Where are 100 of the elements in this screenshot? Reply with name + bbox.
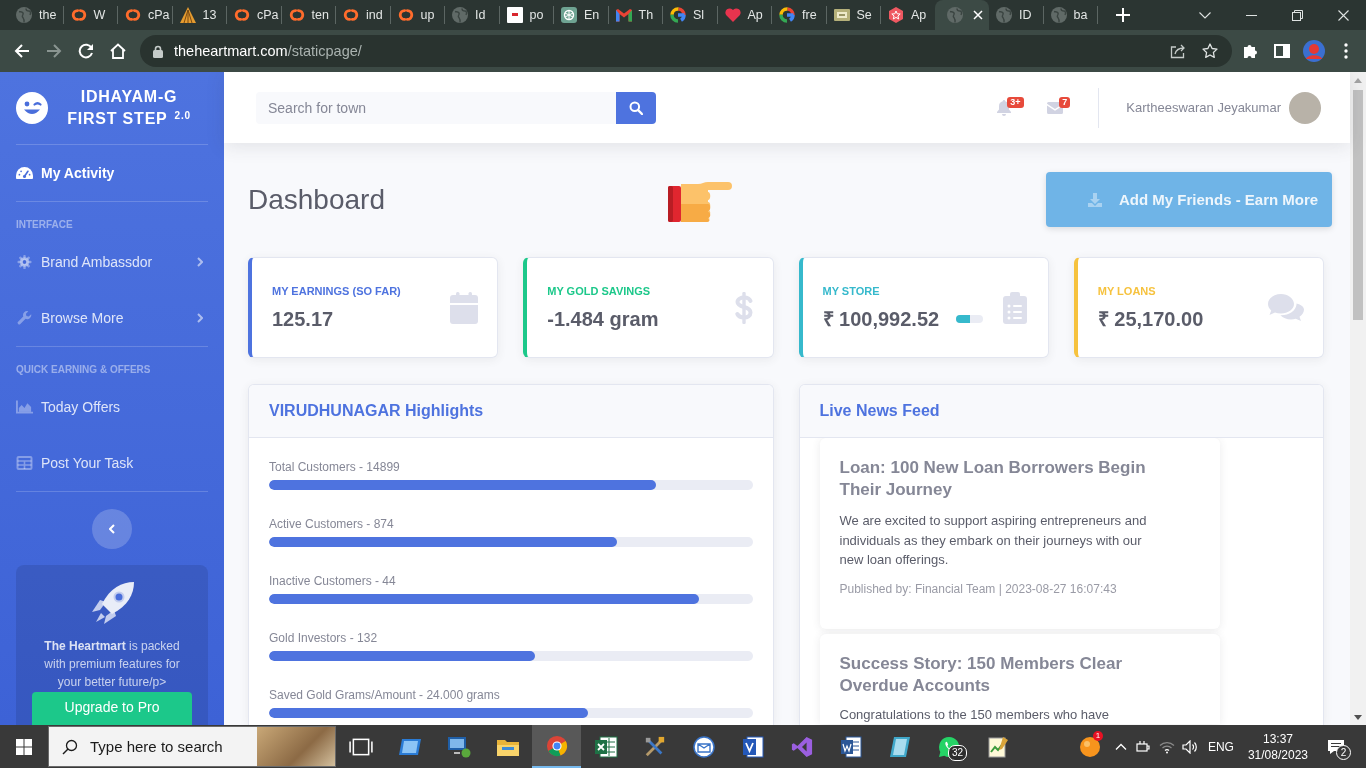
browser-tab[interactable]: En	[554, 0, 608, 30]
minimize-icon	[1245, 14, 1257, 16]
speech-bubbles-icon	[1268, 293, 1304, 322]
messages-count-badge: 7	[1059, 97, 1071, 108]
browser-tab[interactable]: Ap	[881, 0, 935, 30]
user-name[interactable]: Kartheeswaran Jeyakumar	[1126, 100, 1281, 115]
chevron-down-icon	[1199, 11, 1211, 19]
speaker-icon	[1182, 739, 1199, 754]
browser-tab[interactable]: ID	[989, 0, 1043, 30]
browser-tab[interactable]: Sl	[663, 0, 717, 30]
action-center-button[interactable]: 2	[1316, 725, 1356, 768]
brand-title: IDHAYAM-G FIRST STEP $^{2.0}$	[66, 87, 192, 129]
more-vertical-icon	[1344, 43, 1348, 59]
taskbar-app-button[interactable]: 32	[924, 725, 973, 768]
glass-pane-icon	[887, 735, 912, 758]
table-icon	[16, 456, 33, 470]
news-title[interactable]: Success Story: 150 Members Clear Overdue Accounts	[839, 652, 1160, 697]
browser-tab[interactable]: cPa	[227, 0, 281, 30]
sidebar-toggle-button[interactable]	[92, 509, 132, 549]
news-title[interactable]: Loan: 100 New Loan Borrowers Begin Their Journey	[839, 457, 1160, 501]
circle-app-icon	[1079, 736, 1100, 757]
wifi-icon	[1159, 739, 1176, 754]
browser-tab[interactable]: Se	[826, 0, 880, 30]
globe-icon	[16, 7, 32, 23]
dollar-icon	[733, 291, 754, 324]
search-field[interactable]: Search for town	[256, 91, 616, 124]
arc-pair-icon	[397, 7, 414, 23]
metric-label: Gold Investors - 132	[269, 630, 379, 646]
browser-tab[interactable]: Th	[608, 0, 662, 30]
stat-value: 125.17	[272, 307, 334, 331]
puzzle-piece-icon	[1242, 43, 1258, 59]
stat-value: ₹ 25,170.00	[1097, 307, 1204, 331]
chevron-right-icon	[197, 313, 203, 323]
browser-tab[interactable]: Id	[445, 0, 499, 30]
browser-tab[interactable]: cPa	[118, 0, 172, 30]
arc-pair-icon	[125, 7, 141, 23]
tray-app-button[interactable]: 1	[1069, 725, 1110, 768]
document-tile-icon	[740, 735, 765, 758]
bell-icon	[996, 99, 1011, 116]
tent-icon	[179, 7, 196, 23]
stat-label: MY LOANS	[1097, 284, 1157, 298]
browser-tab[interactable]: ten	[281, 0, 335, 30]
scroll-down-arrow-icon[interactable]	[1354, 715, 1362, 720]
spreadsheet-icon	[593, 735, 618, 758]
sidebar-item[interactable]: My Activity	[16, 145, 208, 201]
notification-count-badge: 1	[1092, 731, 1103, 741]
search-icon	[629, 100, 643, 115]
winking-face-icon	[16, 92, 48, 124]
close-icon[interactable]	[972, 10, 983, 20]
sidebar-item[interactable]: Post Your Task	[16, 435, 208, 491]
promo-text: The Heartmart is packed with premium features for your better future/p>	[43, 638, 181, 691]
browser-tab[interactable]: W	[63, 0, 117, 30]
stat-value: ₹ 100,992.52	[822, 307, 940, 331]
language-button[interactable]: ENG	[1201, 725, 1240, 768]
sidebar-item[interactable]: Today Offers	[16, 379, 208, 435]
windows-logo-icon	[16, 738, 32, 755]
ball-logo-icon	[544, 734, 569, 757]
news-meta: Published by: Financial Team | 2023-08-27 16:07:43	[839, 580, 1118, 597]
globe-icon	[996, 7, 1012, 23]
search-button[interactable]	[616, 91, 656, 124]
clock-button[interactable]: 13:37 31/08/2023	[1239, 725, 1316, 768]
browser-tab[interactable]: up	[390, 0, 444, 30]
home-icon	[110, 43, 126, 59]
metric-label: Inactive Customers - 44	[269, 573, 397, 589]
news-text: We are excited to support aspiring entrepreneurs and individuals as they embark on their journeys with our new loan offerings.	[839, 512, 1148, 569]
restore-icon	[1291, 9, 1303, 21]
wrench-icon	[16, 311, 33, 325]
sidebar-item[interactable]: Browse More	[16, 290, 208, 346]
gear-icon	[16, 255, 33, 269]
sidebar-heading: INTERFACE	[16, 218, 73, 231]
globe-icon	[946, 7, 963, 23]
arc-pair-icon	[343, 7, 359, 23]
browser-tab[interactable]: 13	[172, 0, 226, 30]
browser-tab[interactable]: ba	[1043, 0, 1097, 30]
plus-icon	[1116, 8, 1130, 22]
gauge-icon	[16, 166, 33, 180]
back-arrow-icon	[14, 43, 30, 59]
browser-tab[interactable]	[934, 0, 989, 30]
ribbon-logo-icon	[789, 735, 814, 758]
scrollbar-thumb[interactable]	[1353, 90, 1363, 320]
browser-tab[interactable]: po	[499, 0, 553, 30]
browser-tab[interactable]: the	[9, 0, 63, 30]
sidebar-item[interactable]: Brand Ambassdor	[16, 234, 208, 290]
lock-icon	[153, 44, 163, 58]
browser-tab[interactable]: Ap	[717, 0, 771, 30]
sidebar-heading: QUICK EARNING & OFFERS	[16, 363, 151, 376]
arc-pair-icon	[288, 7, 305, 23]
alerts-button[interactable]: 3+	[978, 72, 1030, 143]
messages-button[interactable]: 7	[1029, 72, 1081, 143]
envelope-circle-icon	[691, 735, 716, 758]
taskbar-search-field[interactable]: Type here to search	[48, 726, 336, 767]
browser-tab[interactable]: fre	[772, 0, 826, 30]
scrollbar[interactable]	[1350, 72, 1366, 725]
monitor-icon	[446, 735, 471, 758]
address-bar[interactable]: theheartmart.com/staticpage/	[140, 35, 1232, 67]
news-text: Congratulations to the 150 members who have	[839, 705, 1111, 724]
arc-pair-icon	[234, 7, 250, 23]
panel-title: VIRUDHUNAGAR Highlights	[269, 402, 484, 420]
knot-logo-icon	[561, 7, 577, 23]
browser-tab[interactable]: ind	[336, 0, 390, 30]
